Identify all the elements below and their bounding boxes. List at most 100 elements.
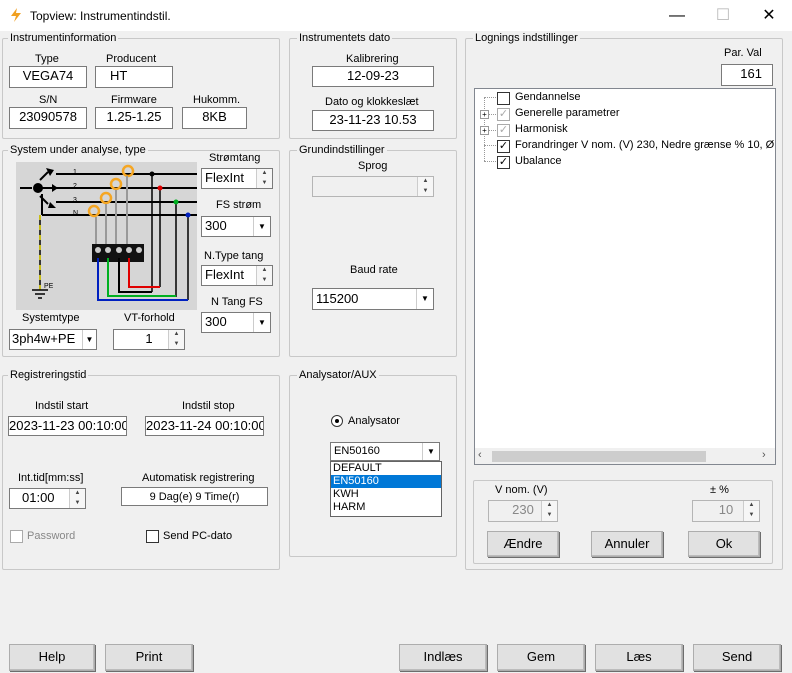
read-button[interactable]: Læs — [595, 644, 683, 671]
line-2-label: 2 — [73, 183, 77, 190]
language-spinbox[interactable]: ▲ ▼ — [312, 176, 434, 197]
pct-spinbox[interactable]: 10 ▲ ▼ — [692, 500, 760, 522]
vnom-label: V nom. (V) — [495, 484, 548, 496]
producer-label: Producent — [106, 53, 157, 65]
chevron-down-icon[interactable]: ▼ — [422, 443, 439, 460]
close-button[interactable]: ✕ — [746, 0, 792, 31]
analyzer-combobox[interactable]: EN50160 ▼ — [330, 442, 440, 461]
checkbox-checked[interactable]: ✓ — [497, 140, 510, 153]
tree-item-variations[interactable]: ✓ Forandringer V nom. (V) 230, Nedre græ… — [480, 138, 774, 154]
auto-label: Automatisk registrering — [142, 472, 255, 484]
analyzer-radio[interactable] — [331, 415, 343, 427]
tree-item-label: Generelle parametrer — [515, 107, 620, 119]
dropdown-option[interactable]: HARM — [331, 501, 441, 514]
language-label: Sprog — [358, 160, 388, 172]
start-label: Indstil start — [35, 400, 89, 412]
producer-field: HT — [95, 66, 173, 88]
scrollbar-thumb[interactable] — [492, 451, 706, 462]
send-button[interactable]: Send — [693, 644, 781, 671]
systemtype-label: Systemtype — [22, 312, 80, 324]
memory-field: 8KB — [182, 107, 247, 129]
par-val-field: 161 — [721, 64, 773, 86]
chevron-down-icon[interactable]: ▼ — [253, 217, 270, 236]
app-lightning-icon — [11, 8, 21, 22]
load-button[interactable]: Indlæs — [399, 644, 487, 671]
baud-label: Baud rate — [350, 264, 398, 276]
analyzer-label: Analysator/AUX — [297, 369, 379, 381]
analyzer-radio-label: Analysator — [348, 415, 400, 427]
vnom-spinbox[interactable]: 230 ▲ ▼ — [488, 500, 558, 522]
line-1-label: 1 — [73, 169, 77, 176]
wiring-diagram: 1 2 3 N PE — [16, 162, 197, 310]
basic-settings-label: Grundindstillinger — [297, 144, 387, 156]
nfs-label: N Tang FS — [211, 296, 263, 308]
send-pc-date-checkbox[interactable] — [146, 530, 159, 543]
registration-label: Registreringstid — [8, 369, 89, 381]
vt-spinbox[interactable]: 1 ▲ ▼ — [113, 329, 185, 350]
maximize-button[interactable]: ☐ — [700, 0, 746, 31]
scroll-right-icon[interactable]: › — [762, 449, 766, 461]
chevron-down-icon[interactable]: ▼ — [82, 330, 96, 349]
sn-field: 23090578 — [9, 107, 87, 129]
memory-label: Hukomm. — [193, 94, 241, 106]
print-button[interactable]: Print — [105, 644, 193, 671]
chevron-down-icon[interactable]: ▼ — [416, 289, 433, 309]
expand-plus-icon[interactable]: + — [480, 126, 489, 135]
interval-label: Int.tid[mm:ss] — [18, 472, 84, 484]
scroll-left-icon[interactable]: ‹ — [478, 449, 482, 461]
clamp-label: Strømtang — [209, 152, 261, 164]
start-field[interactable]: 2023-11-23 00:10:00 — [8, 416, 127, 436]
cancel-button[interactable]: Annuler — [591, 531, 663, 557]
datetime-field: 23-11-23 10.53 — [312, 110, 434, 131]
password-checkbox[interactable] — [10, 530, 23, 543]
systemtype-combobox[interactable]: 3ph4w+PE ▼ — [9, 329, 97, 350]
password-label: Password — [27, 530, 76, 542]
datetime-label: Dato og klokkeslæt — [325, 96, 419, 108]
baud-combobox[interactable]: 115200 ▼ — [312, 288, 434, 310]
clamp-spinbox[interactable]: FlexInt ▲ ▼ — [201, 168, 273, 189]
tree-item-label: Gendannelse — [515, 91, 581, 103]
calibration-field: 12-09-23 — [312, 66, 434, 87]
ntype-label: N.Type tang — [204, 250, 264, 262]
window-title: Topview: Instrumentindstil. — [30, 9, 171, 23]
stop-label: Indstil stop — [182, 400, 235, 412]
par-val-label: Par. Val — [724, 47, 762, 59]
type-label: Type — [35, 53, 59, 65]
save-button[interactable]: Gem — [497, 644, 585, 671]
minimize-button[interactable]: — — [654, 0, 700, 31]
sn-label: S/N — [39, 94, 58, 106]
tree-item-label: Forandringer V nom. (V) 230, Nedre græns… — [515, 139, 774, 151]
type-field: VEGA74 — [9, 66, 87, 88]
system-label: System under analyse, type — [8, 144, 148, 156]
chevron-down-icon[interactable]: ▼ — [253, 313, 270, 332]
firmware-field: 1.25-1.25 — [95, 107, 173, 129]
pe-label: PE — [44, 283, 54, 290]
neutral-label: N — [73, 210, 78, 217]
checkbox-checked[interactable]: ✓ — [497, 156, 510, 169]
analyzer-dropdown-list[interactable]: DEFAULT EN50160 KWH HARM — [330, 461, 442, 517]
dropdown-option-selected[interactable]: EN50160 — [331, 475, 441, 488]
dropdown-option[interactable]: KWH — [331, 488, 441, 501]
help-button[interactable]: Help — [9, 644, 95, 671]
stop-field[interactable]: 2023-11-24 00:10:00 — [145, 416, 264, 436]
ok-button[interactable]: Ok — [688, 531, 760, 557]
ntype-spinbox[interactable]: FlexInt ▲ ▼ — [201, 265, 273, 286]
checkbox-checked[interactable]: ✓ — [497, 108, 510, 121]
interval-spinbox[interactable]: 01:00 ▲ ▼ — [9, 488, 86, 509]
logging-label: Lognings indstillinger — [473, 32, 580, 44]
fs-combobox[interactable]: 300 ▼ — [201, 216, 271, 237]
fs-label: FS strøm — [216, 199, 262, 211]
calibration-label: Kalibrering — [346, 53, 399, 65]
tree-item-label: Ubalance — [515, 155, 562, 167]
vt-label: VT-forhold — [124, 312, 175, 324]
checkbox[interactable] — [497, 92, 510, 105]
nfs-combobox[interactable]: 300 ▼ — [201, 312, 271, 333]
firmware-label: Firmware — [111, 94, 157, 106]
instrument-info-label: Instrumentinformation — [8, 32, 119, 44]
checkbox-checked[interactable]: ✓ — [497, 124, 510, 137]
line-3-label: 3 — [73, 197, 77, 204]
expand-plus-icon[interactable]: + — [480, 110, 489, 119]
change-button[interactable]: Ændre — [487, 531, 559, 557]
instrument-date-label: Instrumentets dato — [297, 32, 393, 44]
dropdown-option[interactable]: DEFAULT — [331, 462, 441, 475]
